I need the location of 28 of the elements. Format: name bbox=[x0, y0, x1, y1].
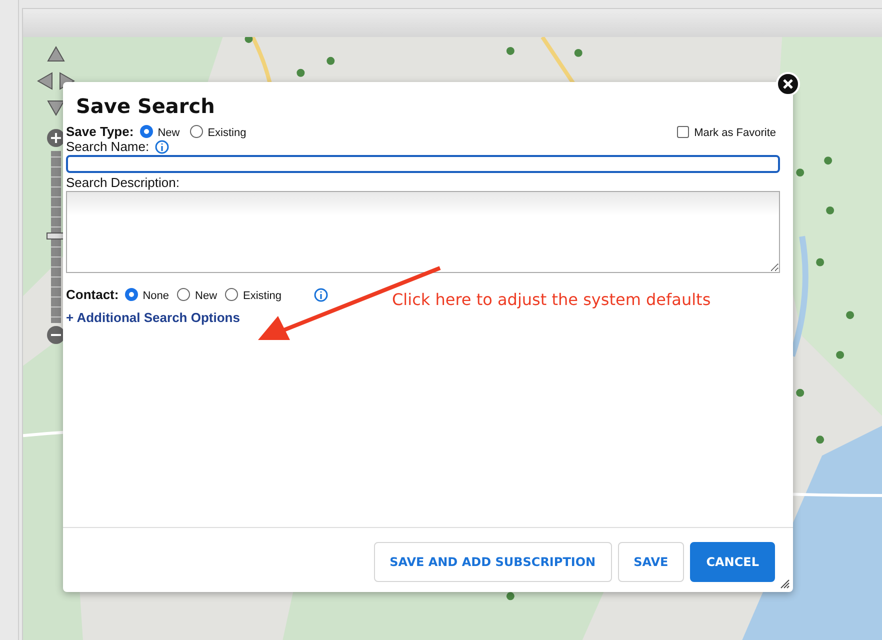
info-icon[interactable] bbox=[155, 140, 170, 154]
radio-button[interactable] bbox=[124, 288, 138, 301]
field-label: Search Name: bbox=[66, 139, 150, 154]
radio-label: Existing bbox=[208, 126, 246, 139]
contact-label: Contact: bbox=[66, 287, 119, 302]
field-label: Search Description: bbox=[66, 175, 180, 190]
annotation-text: Click here to adjust the system defaults bbox=[392, 290, 711, 309]
dialog-button[interactable]: CANCEL bbox=[690, 542, 775, 582]
save-type-label: Save Type: bbox=[66, 124, 134, 139]
dialog-button[interactable]: SAVE bbox=[618, 542, 684, 582]
radio-button[interactable] bbox=[190, 125, 203, 138]
additional-options-link[interactable]: + Additional Search Options bbox=[66, 310, 240, 325]
radio-button[interactable] bbox=[177, 288, 190, 301]
info-icon[interactable] bbox=[314, 288, 328, 302]
favorite-checkbox[interactable] bbox=[677, 126, 690, 138]
pan-arrows-icon[interactable] bbox=[36, 45, 76, 117]
dialog-title: Save Search bbox=[76, 94, 216, 118]
radio-label: None bbox=[142, 289, 170, 302]
radio-label: New bbox=[195, 289, 218, 302]
checkbox-label: Mark as Favorite bbox=[694, 126, 776, 139]
resize-grip-icon[interactable] bbox=[780, 579, 790, 589]
radio-button[interactable] bbox=[225, 288, 238, 301]
search-description-field[interactable] bbox=[66, 191, 780, 273]
radio-label: New bbox=[158, 126, 180, 139]
dialog-button[interactable]: SAVE AND ADD SUBSCRIPTION bbox=[374, 542, 612, 582]
radio-label: Existing bbox=[243, 289, 282, 302]
search-name-field[interactable] bbox=[66, 155, 780, 173]
radio-button[interactable] bbox=[140, 125, 153, 138]
